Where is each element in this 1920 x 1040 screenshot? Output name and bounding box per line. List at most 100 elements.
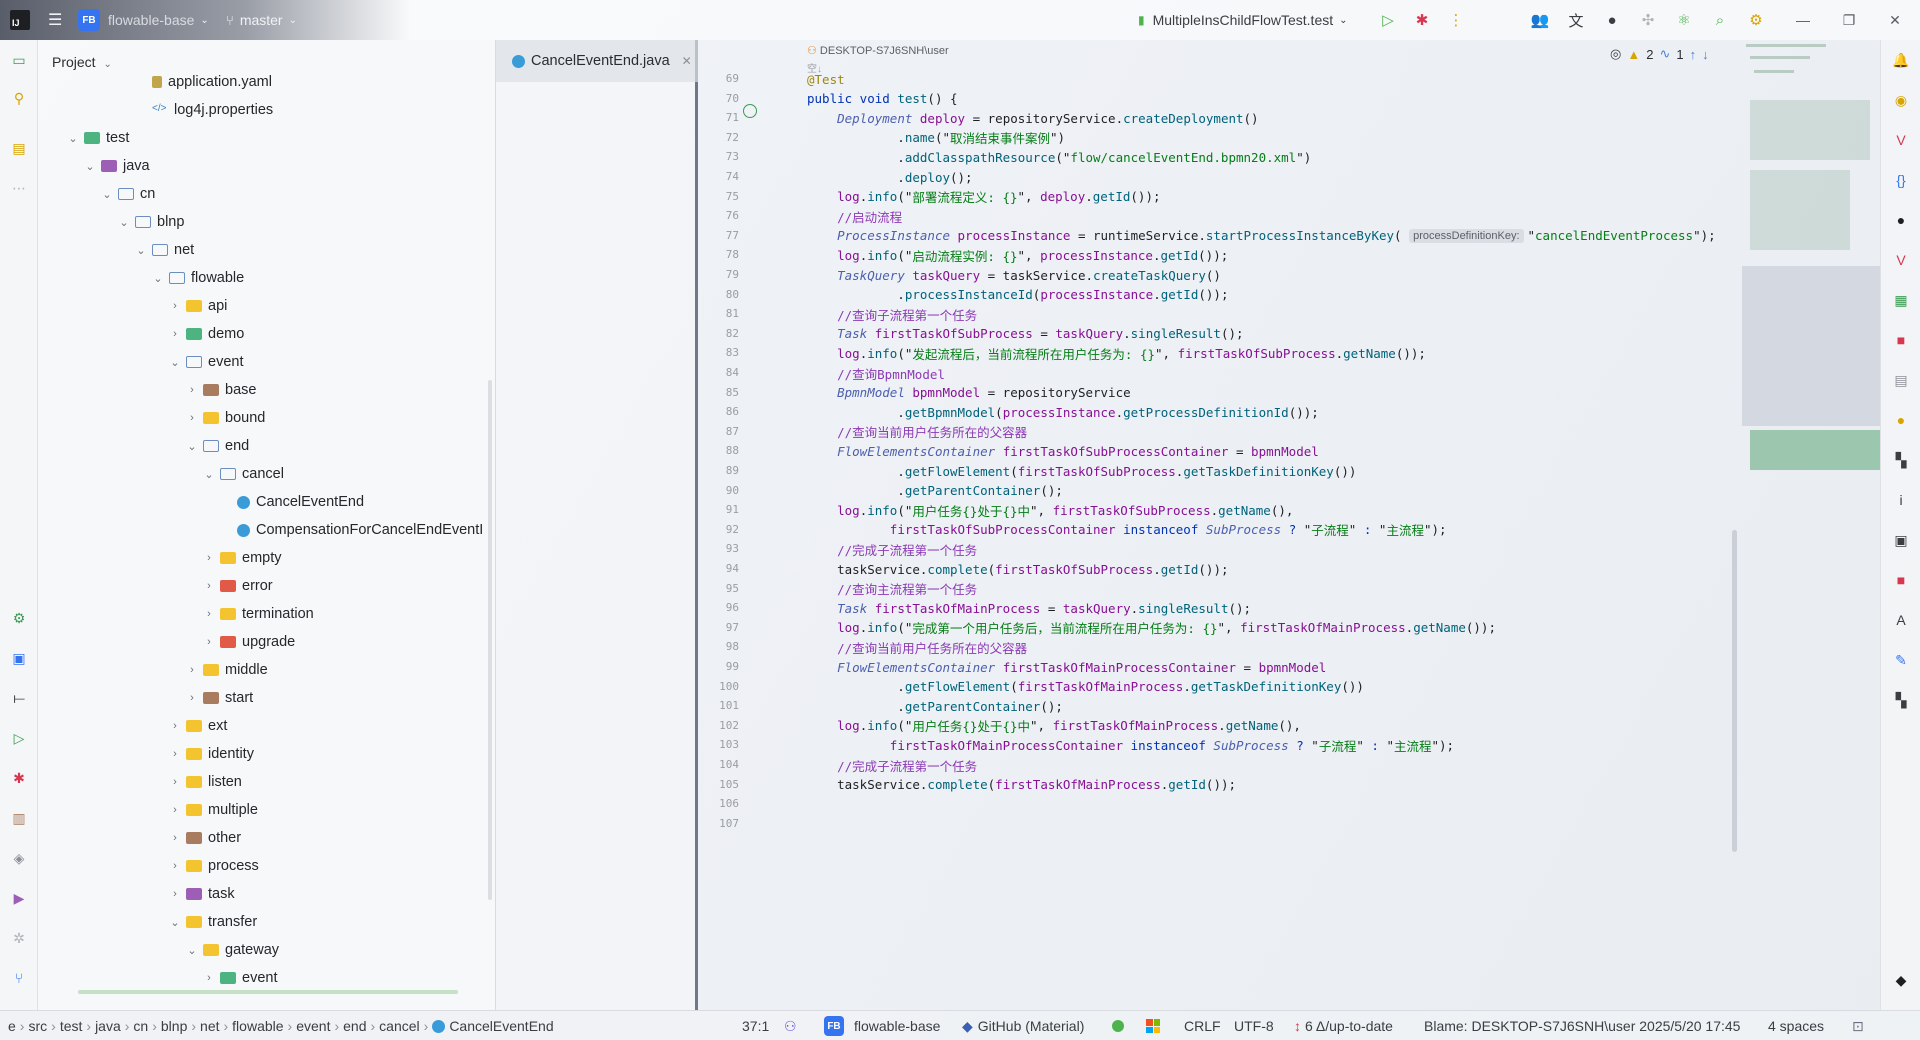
arrow-up-icon[interactable]: ↑: [1690, 47, 1697, 62]
copilot-icon[interactable]: ●: [1602, 10, 1622, 30]
reader-mode-icon[interactable]: ◎: [1610, 46, 1621, 62]
chevron-right-icon[interactable]: ›: [168, 748, 182, 760]
chevron-down-icon[interactable]: ⌄: [168, 916, 182, 929]
tree-item[interactable]: › multiple: [168, 796, 258, 824]
pen-icon[interactable]: ✎: [1891, 650, 1911, 670]
breadcrumb-item[interactable]: cn: [133, 1018, 148, 1034]
tree-item[interactable]: ⌄ flowable: [151, 264, 244, 292]
document-icon[interactable]: ▤: [1891, 370, 1911, 390]
chevron-right-icon[interactable]: ›: [185, 412, 199, 424]
project-status[interactable]: FB flowable-base: [824, 1011, 940, 1040]
close-icon[interactable]: ✕: [682, 54, 692, 68]
info-icon[interactable]: i: [1891, 490, 1911, 510]
vcs-status[interactable]: ↕ 6 Δ/up-to-date: [1294, 1011, 1393, 1040]
translate-icon[interactable]: 文: [1566, 10, 1586, 30]
plugin-icon[interactable]: ⚛: [1674, 10, 1694, 30]
code-line[interactable]: taskService. complete(firstTaskOfMainProc…: [807, 773, 1236, 797]
chevron-right-icon[interactable]: ›: [202, 552, 216, 564]
tree-item[interactable]: › process: [168, 852, 259, 880]
problems-tool-icon[interactable]: ✲: [9, 928, 29, 948]
minimap-viewport[interactable]: [1742, 266, 1880, 426]
ai-status-icon[interactable]: ⚇: [784, 1011, 797, 1040]
chevron-right-icon[interactable]: ›: [202, 636, 216, 648]
tree-item[interactable]: › demo: [168, 320, 244, 348]
chevron-down-icon[interactable]: ⌄: [185, 440, 199, 453]
commit-tool-icon[interactable]: ⚲: [9, 88, 29, 108]
services-tool-icon[interactable]: ⚙: [9, 608, 29, 628]
breadcrumb-item[interactable]: test: [60, 1018, 83, 1034]
chevron-down-icon[interactable]: ⌄: [168, 356, 182, 369]
breadcrumb-item[interactable]: net: [200, 1018, 219, 1034]
chevron-down-icon[interactable]: ⌄: [117, 216, 131, 229]
tree-item[interactable]: ⌄ gateway: [185, 936, 279, 964]
palette-icon[interactable]: ■: [1891, 330, 1911, 350]
restore-button[interactable]: ❐: [1826, 0, 1872, 40]
lock-icon[interactable]: ⊡: [1852, 1011, 1864, 1040]
ai-assistant-icon[interactable]: ✣: [1638, 10, 1658, 30]
arrow-down-icon[interactable]: ↓: [1702, 47, 1709, 62]
chevron-down-icon[interactable]: ⌄: [185, 944, 199, 957]
gradle-icon[interactable]: ▦: [1891, 290, 1911, 310]
database-icon[interactable]: ◉: [1891, 90, 1911, 110]
breadcrumb-item[interactable]: CancelEventEnd: [449, 1018, 553, 1034]
chevron-down-icon[interactable]: ⌄: [83, 160, 97, 173]
chevron-right-icon[interactable]: ›: [202, 580, 216, 592]
theme-status[interactable]: ◆ GitHub (Material): [962, 1011, 1084, 1040]
debug-icon[interactable]: ✱: [1412, 10, 1432, 30]
code-minimap[interactable]: [1742, 40, 1880, 990]
tree-item[interactable]: ⌄ net: [134, 236, 194, 264]
tree-item[interactable]: › middle: [185, 656, 268, 684]
inspections-widget[interactable]: ◎ ▲ 2 ∿ 1 ↑ ↓: [1610, 46, 1709, 62]
run-test-icon[interactable]: [743, 104, 757, 118]
tree-item[interactable]: ⌄ java: [83, 152, 149, 180]
tree-item[interactable]: ⌄ blnp: [117, 208, 184, 236]
tree-item[interactable]: › bound: [185, 404, 265, 432]
tree-item[interactable]: › listen: [168, 768, 242, 796]
indent-setting[interactable]: 4 spaces: [1768, 1011, 1824, 1040]
project-tool-icon[interactable]: ▭: [9, 50, 29, 70]
chevron-right-icon[interactable]: ›: [168, 328, 182, 340]
chevron-down-icon[interactable]: ⌄: [66, 132, 80, 145]
code-with-me-icon[interactable]: 👥: [1530, 10, 1550, 30]
run-config-selector[interactable]: ▮ MultipleInsChildFlowTest.test ⌄: [1138, 0, 1348, 40]
caret-position[interactable]: 37:1: [742, 1011, 769, 1040]
tree-item[interactable]: application.yaml: [134, 68, 272, 96]
tree-item[interactable]: › identity: [168, 740, 254, 768]
tree-item[interactable]: › start: [185, 684, 253, 712]
ant-icon[interactable]: ●: [1891, 410, 1911, 430]
tree-item[interactable]: CancelEventEnd: [219, 488, 364, 516]
maven-icon[interactable]: V: [1891, 130, 1911, 150]
vue-icon[interactable]: V: [1891, 250, 1911, 270]
tree-item[interactable]: › api: [168, 292, 227, 320]
breadcrumb-item[interactable]: blnp: [161, 1018, 187, 1034]
run-icon[interactable]: ▷: [1378, 10, 1398, 30]
debug-tool-icon[interactable]: ✱: [9, 768, 29, 788]
tree-item[interactable]: ⌄ transfer: [168, 908, 257, 936]
tree-item[interactable]: › empty: [202, 544, 281, 572]
blame-info[interactable]: Blame: DESKTOP-S7J6SNH\user 2025/5/20 17…: [1424, 1011, 1740, 1040]
chevron-right-icon[interactable]: ›: [202, 608, 216, 620]
tree-item[interactable]: › task: [168, 880, 234, 908]
status-ok-icon[interactable]: [1112, 1011, 1124, 1040]
tree-item[interactable]: ⌄ cancel: [202, 460, 284, 488]
translate-panel-icon[interactable]: A: [1891, 610, 1911, 630]
tree-item[interactable]: › error: [202, 572, 272, 600]
chevron-right-icon[interactable]: ›: [168, 888, 182, 900]
breadcrumb-item[interactable]: e: [8, 1018, 16, 1034]
chevron-right-icon[interactable]: ›: [185, 692, 199, 704]
settings-icon[interactable]: ⚙: [1746, 10, 1766, 30]
layers-tool-icon[interactable]: ◈: [9, 848, 29, 868]
chevron-down-icon[interactable]: ⌄: [202, 468, 216, 481]
chevron-down-icon[interactable]: ⌄: [134, 244, 148, 257]
breadcrumb-item[interactable]: src: [28, 1018, 47, 1034]
tree-item[interactable]: › other: [168, 824, 241, 852]
line-number-gutter[interactable]: 69 70 71 72 73 74 75 76 77 78 79 80 81 82 83 84 85 86 87 88…: [701, 40, 777, 1010]
code-editor[interactable]: ⚇ DESKTOP-S7J6SNH\user 空↓ @Test public vo…: [777, 40, 1737, 990]
tree-item[interactable]: › termination: [202, 600, 314, 628]
chevron-right-icon[interactable]: ›: [168, 300, 182, 312]
chevron-down-icon[interactable]: ⌄: [100, 188, 114, 201]
tree-item[interactable]: ⌄ end: [185, 432, 249, 460]
notifications-icon[interactable]: 🔔: [1891, 50, 1911, 70]
endpoints-tool-icon[interactable]: ⟝: [9, 688, 29, 708]
structure-tool-icon[interactable]: ▤: [9, 138, 29, 158]
